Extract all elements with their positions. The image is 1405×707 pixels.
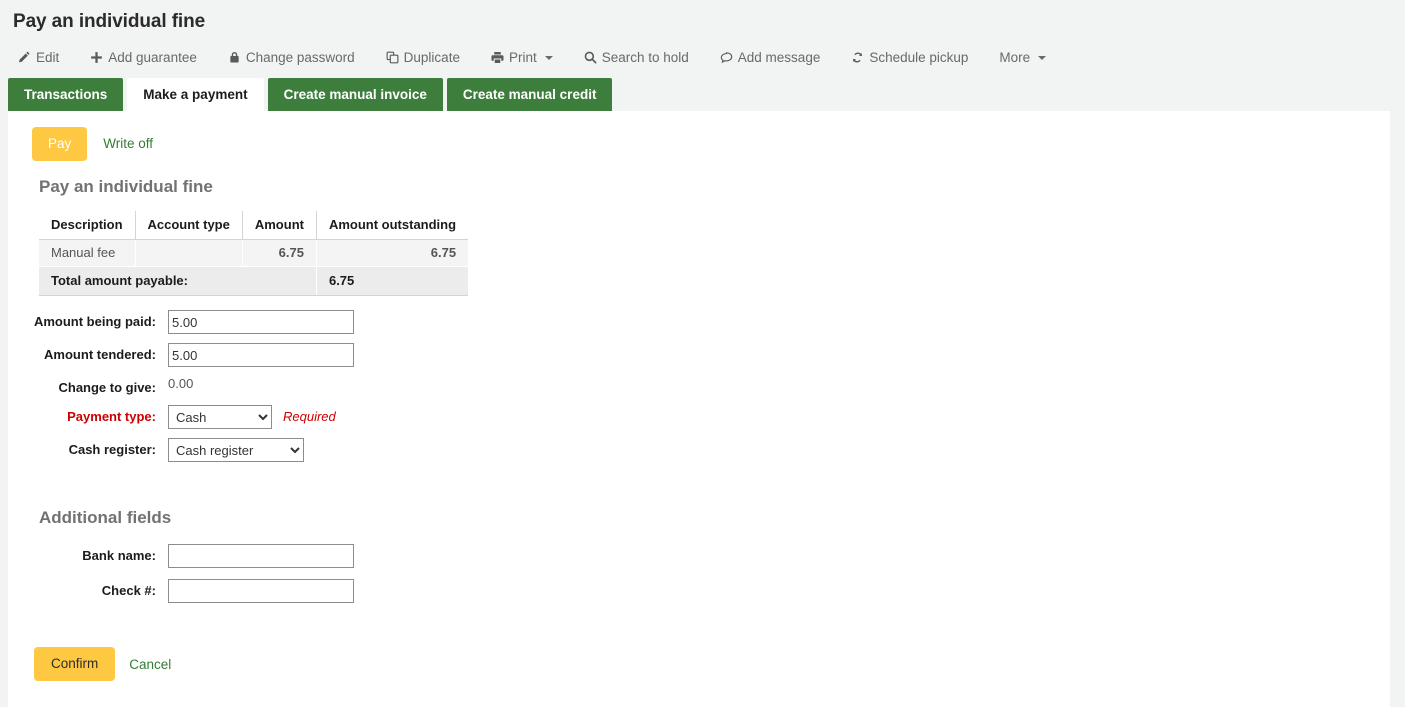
cell-account-type bbox=[135, 240, 242, 267]
plus-icon bbox=[90, 51, 103, 64]
action-toolbar: Edit Add guarantee Change password Dupli… bbox=[0, 33, 1405, 67]
field-row-change-to-give: Change to give: 0.00 bbox=[8, 376, 1390, 396]
toolbar-button-print[interactable]: Print bbox=[491, 50, 553, 65]
subtab-pay[interactable]: Pay bbox=[32, 127, 87, 161]
toolbar-label: Edit bbox=[36, 50, 59, 65]
payment-mode-tabs: Pay Write off bbox=[8, 127, 1390, 161]
column-header-amount: Amount bbox=[242, 211, 316, 240]
change-to-give-value: 0.00 bbox=[168, 372, 193, 391]
refresh-icon bbox=[851, 51, 864, 64]
bank-name-input[interactable] bbox=[168, 544, 354, 568]
payment-form: Amount being paid: Amount tendered: Chan… bbox=[8, 310, 1390, 462]
column-header-account-type: Account type bbox=[135, 211, 242, 240]
field-row-amount-tendered: Amount tendered: bbox=[8, 343, 1390, 367]
toolbar-button-more[interactable]: More bbox=[999, 50, 1046, 65]
pencil-icon bbox=[18, 51, 31, 64]
table-row: Manual fee 6.75 6.75 bbox=[39, 240, 468, 267]
label-amount-tendered: Amount tendered: bbox=[8, 343, 156, 363]
copy-icon bbox=[386, 51, 399, 64]
fines-table: Description Account type Amount Amount o… bbox=[39, 211, 468, 296]
toolbar-label: Print bbox=[509, 50, 537, 65]
printer-icon bbox=[491, 51, 504, 64]
tab-transactions[interactable]: Transactions bbox=[8, 78, 123, 111]
cell-description: Manual fee bbox=[39, 240, 135, 267]
field-row-amount-being-paid: Amount being paid: bbox=[8, 310, 1390, 334]
label-change-to-give: Change to give: bbox=[8, 376, 156, 396]
tab-create-manual-invoice[interactable]: Create manual invoice bbox=[268, 78, 443, 111]
payment-type-required-hint: Required bbox=[283, 405, 336, 429]
section-heading-additional-fields: Additional fields bbox=[39, 508, 1390, 528]
form-actions: Confirm Cancel bbox=[34, 647, 1390, 681]
total-label: Total amount payable: bbox=[39, 267, 316, 296]
field-row-payment-type: Payment type: Cash Required bbox=[8, 405, 1390, 429]
account-tabs: Transactions Make a payment Create manua… bbox=[0, 77, 1405, 111]
payment-type-select[interactable]: Cash bbox=[168, 405, 272, 429]
confirm-button[interactable]: Confirm bbox=[34, 647, 115, 681]
toolbar-button-schedule-pickup[interactable]: Schedule pickup bbox=[851, 50, 968, 65]
payment-panel: Pay Write off Pay an individual fine Des… bbox=[8, 111, 1390, 707]
label-payment-type: Payment type: bbox=[8, 405, 156, 425]
toolbar-label: Schedule pickup bbox=[869, 50, 968, 65]
cash-register-select[interactable]: Cash register bbox=[168, 438, 304, 462]
toolbar-label: More bbox=[999, 50, 1030, 65]
label-check-number: Check #: bbox=[8, 579, 156, 599]
field-row-cash-register: Cash register: Cash register bbox=[8, 438, 1390, 462]
label-cash-register: Cash register: bbox=[8, 438, 156, 458]
page-title: Pay an individual fine bbox=[0, 0, 1405, 33]
toolbar-button-change-password[interactable]: Change password bbox=[228, 50, 355, 65]
field-row-check-number: Check #: bbox=[8, 579, 1390, 603]
chevron-down-icon bbox=[545, 56, 553, 60]
label-amount-being-paid: Amount being paid: bbox=[8, 310, 156, 330]
lock-icon bbox=[228, 51, 241, 64]
amount-tendered-input[interactable] bbox=[168, 343, 354, 367]
table-total-row: Total amount payable: 6.75 bbox=[39, 267, 468, 296]
section-heading-pay-individual-fine: Pay an individual fine bbox=[39, 177, 1390, 197]
cell-amount-outstanding: 6.75 bbox=[316, 240, 468, 267]
cancel-link[interactable]: Cancel bbox=[129, 657, 171, 672]
toolbar-label: Add guarantee bbox=[108, 50, 197, 65]
table-header-row: Description Account type Amount Amount o… bbox=[39, 211, 468, 240]
toolbar-button-add-message[interactable]: Add message bbox=[720, 50, 821, 65]
field-row-bank-name: Bank name: bbox=[8, 544, 1390, 568]
cell-amount: 6.75 bbox=[242, 240, 316, 267]
additional-fields-form: Bank name: Check #: bbox=[8, 544, 1390, 603]
tab-create-manual-credit[interactable]: Create manual credit bbox=[447, 78, 613, 111]
column-header-description: Description bbox=[39, 211, 135, 240]
toolbar-button-edit[interactable]: Edit bbox=[18, 50, 59, 65]
toolbar-label: Change password bbox=[246, 50, 355, 65]
toolbar-button-add-guarantee[interactable]: Add guarantee bbox=[90, 50, 197, 65]
toolbar-button-duplicate[interactable]: Duplicate bbox=[386, 50, 460, 65]
column-header-amount-outstanding: Amount outstanding bbox=[316, 211, 468, 240]
toolbar-button-search-to-hold[interactable]: Search to hold bbox=[584, 50, 689, 65]
comment-icon bbox=[720, 51, 733, 64]
label-bank-name: Bank name: bbox=[8, 544, 156, 564]
amount-being-paid-input[interactable] bbox=[168, 310, 354, 334]
subtab-write-off[interactable]: Write off bbox=[87, 127, 169, 161]
toolbar-label: Search to hold bbox=[602, 50, 689, 65]
total-value: 6.75 bbox=[316, 267, 468, 296]
search-icon bbox=[584, 51, 597, 64]
toolbar-label: Duplicate bbox=[404, 50, 460, 65]
check-number-input[interactable] bbox=[168, 579, 354, 603]
chevron-down-icon bbox=[1038, 56, 1046, 60]
tab-make-a-payment[interactable]: Make a payment bbox=[127, 78, 263, 111]
toolbar-label: Add message bbox=[738, 50, 821, 65]
